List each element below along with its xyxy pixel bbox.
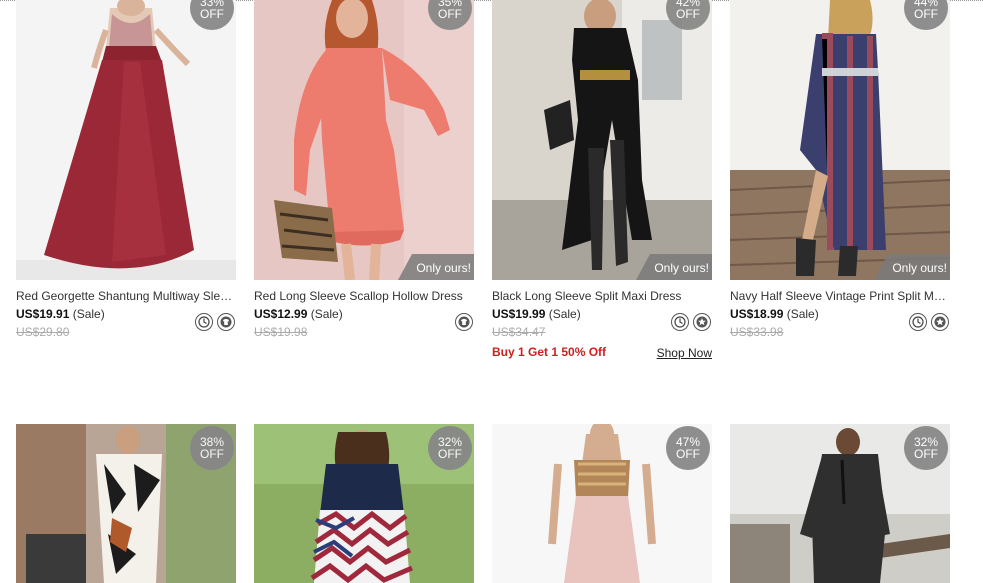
product-price: US$19.91 (Sale) [16, 307, 105, 321]
product-image-art [492, 0, 712, 280]
discount-off-label: OFF [200, 7, 224, 21]
only-ours-label: Only ours! [416, 261, 471, 275]
product-image-art [254, 0, 474, 280]
discount-off-label: OFF [438, 447, 462, 461]
product-feature-icons [909, 313, 949, 331]
discount-off-label: OFF [676, 447, 700, 461]
original-price: US$34.47 [492, 325, 546, 339]
discount-off-label: OFF [676, 7, 700, 21]
product-name-link[interactable]: Navy Half Sleeve Vintage Print Split Max… [730, 289, 950, 303]
product-image-art [730, 0, 950, 280]
product-card[interactable]: 38% OFF [16, 424, 236, 583]
discount-off-label: OFF [200, 447, 224, 461]
product-card[interactable]: 42% OFF Only ours! Black Long Sleeve Spl… [492, 0, 712, 360]
sale-price: US$18.99 [730, 307, 784, 321]
product-feature-icons [455, 313, 473, 331]
shirt-icon [217, 313, 235, 331]
shop-now-link[interactable]: Shop Now [657, 346, 712, 360]
product-price: US$18.99 (Sale) [730, 307, 819, 321]
discount-badge: 38% OFF [190, 426, 234, 470]
clock-icon [195, 313, 213, 331]
star-icon [931, 313, 949, 331]
product-name-link[interactable]: Red Georgette Shantung Multiway Sleevele… [16, 289, 236, 303]
sale-price: US$19.91 [16, 307, 70, 321]
product-card[interactable]: 33% OFF Red Georgette Shantung Multiway … [16, 0, 236, 339]
only-ours-label: Only ours! [892, 261, 947, 275]
promotion-text: Buy 1 Get 1 50% Off [492, 345, 607, 359]
product-feature-icons [195, 313, 235, 331]
sale-label: (Sale) [72, 307, 105, 321]
discount-badge: 32% OFF [428, 426, 472, 470]
only-ours-tag: Only ours! [636, 254, 712, 280]
product-card[interactable]: 44% OFF Only ours! Navy Half Sleeve Vint… [730, 0, 950, 339]
discount-off-label: OFF [914, 447, 938, 461]
product-card[interactable]: 47% OFF [492, 424, 712, 583]
product-card[interactable]: 35% OFF Only ours! Red Long Sleeve Scall… [254, 0, 474, 339]
product-image[interactable]: 33% OFF [16, 0, 236, 280]
clock-icon [671, 313, 689, 331]
product-image[interactable]: 32% OFF [730, 424, 950, 583]
only-ours-label: Only ours! [654, 261, 709, 275]
sale-price: US$19.99 [492, 307, 546, 321]
product-image[interactable]: 44% OFF Only ours! [730, 0, 950, 280]
product-image[interactable]: 42% OFF Only ours! [492, 0, 712, 280]
sale-label: (Sale) [786, 307, 819, 321]
only-ours-tag: Only ours! [874, 254, 950, 280]
sale-label: (Sale) [548, 307, 581, 321]
discount-badge: 47% OFF [666, 426, 710, 470]
clock-icon [909, 313, 927, 331]
product-card[interactable]: 32% OFF [730, 424, 950, 583]
product-image[interactable]: 35% OFF Only ours! [254, 0, 474, 280]
discount-off-label: OFF [438, 7, 462, 21]
product-image[interactable]: 38% OFF [16, 424, 236, 583]
star-icon [693, 313, 711, 331]
original-price: US$29.80 [16, 325, 70, 339]
product-image[interactable]: 47% OFF [492, 424, 712, 583]
product-name-link[interactable]: Black Long Sleeve Split Maxi Dress [492, 289, 712, 303]
sale-price: US$12.99 [254, 307, 308, 321]
product-price: US$19.99 (Sale) [492, 307, 581, 321]
sale-label: (Sale) [310, 307, 343, 321]
product-image[interactable]: 32% OFF [254, 424, 474, 583]
product-feature-icons [671, 313, 711, 331]
product-card[interactable]: 32% OFF [254, 424, 474, 583]
only-ours-tag: Only ours! [398, 254, 474, 280]
discount-badge: 32% OFF [904, 426, 948, 470]
shirt-icon [455, 313, 473, 331]
product-price: US$12.99 (Sale) [254, 307, 343, 321]
original-price: US$33.98 [730, 325, 784, 339]
product-image-art [16, 0, 236, 280]
product-name-link[interactable]: Red Long Sleeve Scallop Hollow Dress [254, 289, 474, 303]
discount-off-label: OFF [914, 7, 938, 21]
original-price: US$19.98 [254, 325, 308, 339]
